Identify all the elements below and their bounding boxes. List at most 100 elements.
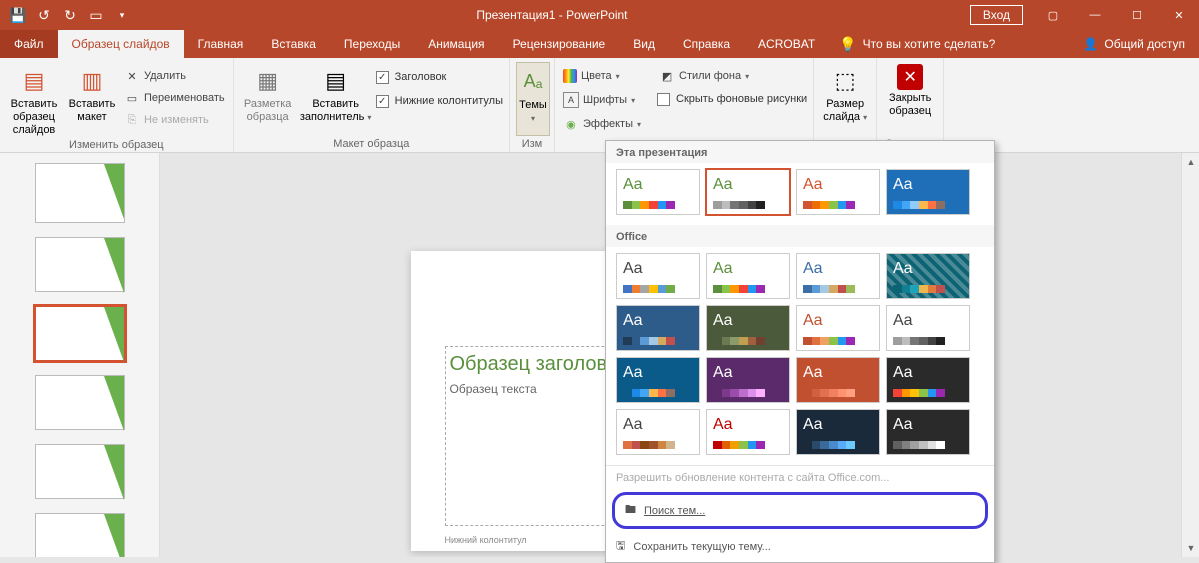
layout-thumbnail[interactable] (35, 375, 125, 430)
save-icon[interactable]: 💾 (6, 3, 30, 27)
fonts-button[interactable]: AШрифты ▾ (561, 90, 643, 110)
chevron-down-icon: ▾ (745, 72, 749, 81)
insert-slide-master-button[interactable]: ▤ Вставить образец слайдов (6, 62, 62, 137)
theme-thumbnail[interactable]: Aa (616, 357, 700, 403)
close-button[interactable]: ✕ (1159, 0, 1199, 30)
master-thumbnail[interactable] (35, 163, 125, 223)
tab-slide-master[interactable]: Образец слайдов (58, 30, 184, 58)
theme-thumbnail[interactable]: Aa (886, 305, 970, 351)
hide-bg-checkbox[interactable]: Скрыть фоновые рисунки (657, 90, 807, 108)
theme-thumbnail[interactable]: Aa (616, 169, 700, 215)
theme-swatch (803, 441, 855, 449)
vertical-scrollbar[interactable]: ▲ ▼ (1181, 153, 1199, 557)
colors-button[interactable]: Цвета ▾ (561, 66, 643, 86)
theme-thumbnail[interactable]: Aa (886, 169, 970, 215)
delete-icon: ✕ (124, 68, 140, 84)
tab-transitions[interactable]: Переходы (330, 30, 414, 58)
theme-sample-text: Aa (713, 416, 733, 434)
minimize-button[interactable]: — (1075, 0, 1115, 30)
tab-insert[interactable]: Вставка (257, 30, 330, 58)
theme-swatch (623, 337, 675, 345)
theme-sample-text: Aa (713, 364, 733, 382)
tab-home[interactable]: Главная (184, 30, 258, 58)
tab-view[interactable]: Вид (619, 30, 669, 58)
tab-acrobat[interactable]: ACROBAT (744, 30, 829, 58)
preserve-button[interactable]: ⎘Не изменять (122, 110, 227, 130)
browse-themes-label: Поиск тем... (644, 505, 705, 517)
insert-placeholder-button[interactable]: ▤ Вставить заполнитель ▾ (300, 62, 372, 136)
effects-button[interactable]: ◉Эффекты ▾ (561, 114, 643, 134)
theme-thumbnail[interactable]: Aa (706, 169, 790, 215)
theme-swatch (803, 285, 855, 293)
bg-styles-button[interactable]: ◩Стили фона ▾ (657, 66, 807, 86)
layout-thumbnail[interactable] (35, 306, 125, 361)
rename-button[interactable]: ▭Переименовать (122, 88, 227, 108)
themes-button[interactable]: Aₐ Темы▾ (516, 62, 550, 136)
theme-thumbnail[interactable]: Aa (706, 253, 790, 299)
theme-thumbnail[interactable]: Aa (886, 253, 970, 299)
thumbnail-panel[interactable] (0, 153, 160, 557)
theme-swatch (893, 337, 945, 345)
maximize-button[interactable]: ☐ (1117, 0, 1157, 30)
theme-thumbnail[interactable]: Aa (706, 409, 790, 455)
signin-button[interactable]: Вход (970, 5, 1023, 25)
scroll-down-icon[interactable]: ▼ (1182, 539, 1199, 557)
theme-thumbnail[interactable]: Aa (796, 357, 880, 403)
tell-me-search[interactable]: 💡 Что вы хотите сделать? (839, 30, 995, 58)
theme-thumbnail[interactable]: Aa (616, 253, 700, 299)
theme-thumbnail[interactable]: Aa (796, 169, 880, 215)
chevron-down-icon: ▾ (616, 72, 620, 81)
start-slideshow-icon[interactable]: ▭ (84, 3, 108, 27)
theme-sample-text: Aa (893, 416, 913, 434)
footer-placeholder[interactable]: Нижний колонтитул (445, 535, 527, 545)
redo-icon[interactable]: ↻ (58, 3, 82, 27)
gallery-section-this-presentation: Эта презентация (606, 141, 994, 163)
layout-thumbnail[interactable] (35, 513, 125, 557)
tab-review[interactable]: Рецензирование (499, 30, 620, 58)
theme-thumbnail[interactable]: Aa (706, 357, 790, 403)
group-edit-master-label: Изменить образец (6, 137, 227, 151)
delete-button[interactable]: ✕Удалить (122, 66, 227, 86)
save-current-theme-label: Сохранить текущую тему... (633, 541, 770, 553)
master-layout-button[interactable]: ▦ Разметка образца (240, 62, 296, 136)
placeholder-icon: ▤ (320, 64, 352, 96)
scroll-up-icon[interactable]: ▲ (1182, 153, 1199, 171)
enable-online-content[interactable]: Разрешить обновление контента с сайта Of… (606, 466, 994, 490)
theme-thumbnail[interactable]: Aa (616, 305, 700, 351)
theme-sample-text: Aa (803, 176, 823, 194)
theme-thumbnail[interactable]: Aa (886, 357, 970, 403)
colors-icon (563, 69, 577, 83)
theme-thumbnail[interactable]: Aa (796, 253, 880, 299)
share-button[interactable]: 👤 Общий доступ (1069, 30, 1199, 58)
footers-checkbox[interactable]: Нижние колонтитулы (376, 92, 503, 110)
save-current-theme-button[interactable]: 🖫 Сохранить текущую тему... (606, 531, 994, 562)
close-master-button[interactable]: ✕ Закрыть образец (883, 62, 937, 136)
insert-layout-button[interactable]: ▥ Вставить макет (66, 62, 118, 137)
theme-sample-text: Aa (623, 260, 643, 278)
layout-thumbnail[interactable] (35, 237, 125, 292)
ribbon-display-icon[interactable]: ▢ (1033, 0, 1073, 30)
theme-swatch (623, 389, 675, 397)
tab-animations[interactable]: Анимация (414, 30, 498, 58)
tab-file[interactable]: Файл (0, 30, 58, 58)
theme-thumbnail[interactable]: Aa (796, 305, 880, 351)
qat-customize-icon[interactable]: ▾ (110, 3, 134, 27)
theme-thumbnail[interactable]: Aa (616, 409, 700, 455)
browse-themes-button[interactable]: 🖿 Поиск тем... (612, 492, 988, 529)
chevron-down-icon: ▾ (631, 96, 635, 105)
theme-sample-text: Aa (803, 364, 823, 382)
title-checkbox[interactable]: Заголовок (376, 68, 503, 86)
checkbox-icon (376, 95, 389, 108)
theme-thumbnail[interactable]: Aa (796, 409, 880, 455)
theme-swatch (803, 389, 855, 397)
tab-help[interactable]: Справка (669, 30, 744, 58)
themes-label: Темы (519, 99, 547, 111)
theme-thumbnail[interactable]: Aa (706, 305, 790, 351)
slide-size-button[interactable]: ⬚ Размер слайда ▾ (820, 62, 870, 136)
theme-sample-text: Aa (623, 416, 643, 434)
layout-thumbnail[interactable] (35, 444, 125, 499)
undo-icon[interactable]: ↺ (32, 3, 56, 27)
insert-slide-master-label: Вставить образец слайдов (6, 98, 62, 137)
chevron-down-icon: ▾ (863, 113, 867, 122)
theme-thumbnail[interactable]: Aa (886, 409, 970, 455)
